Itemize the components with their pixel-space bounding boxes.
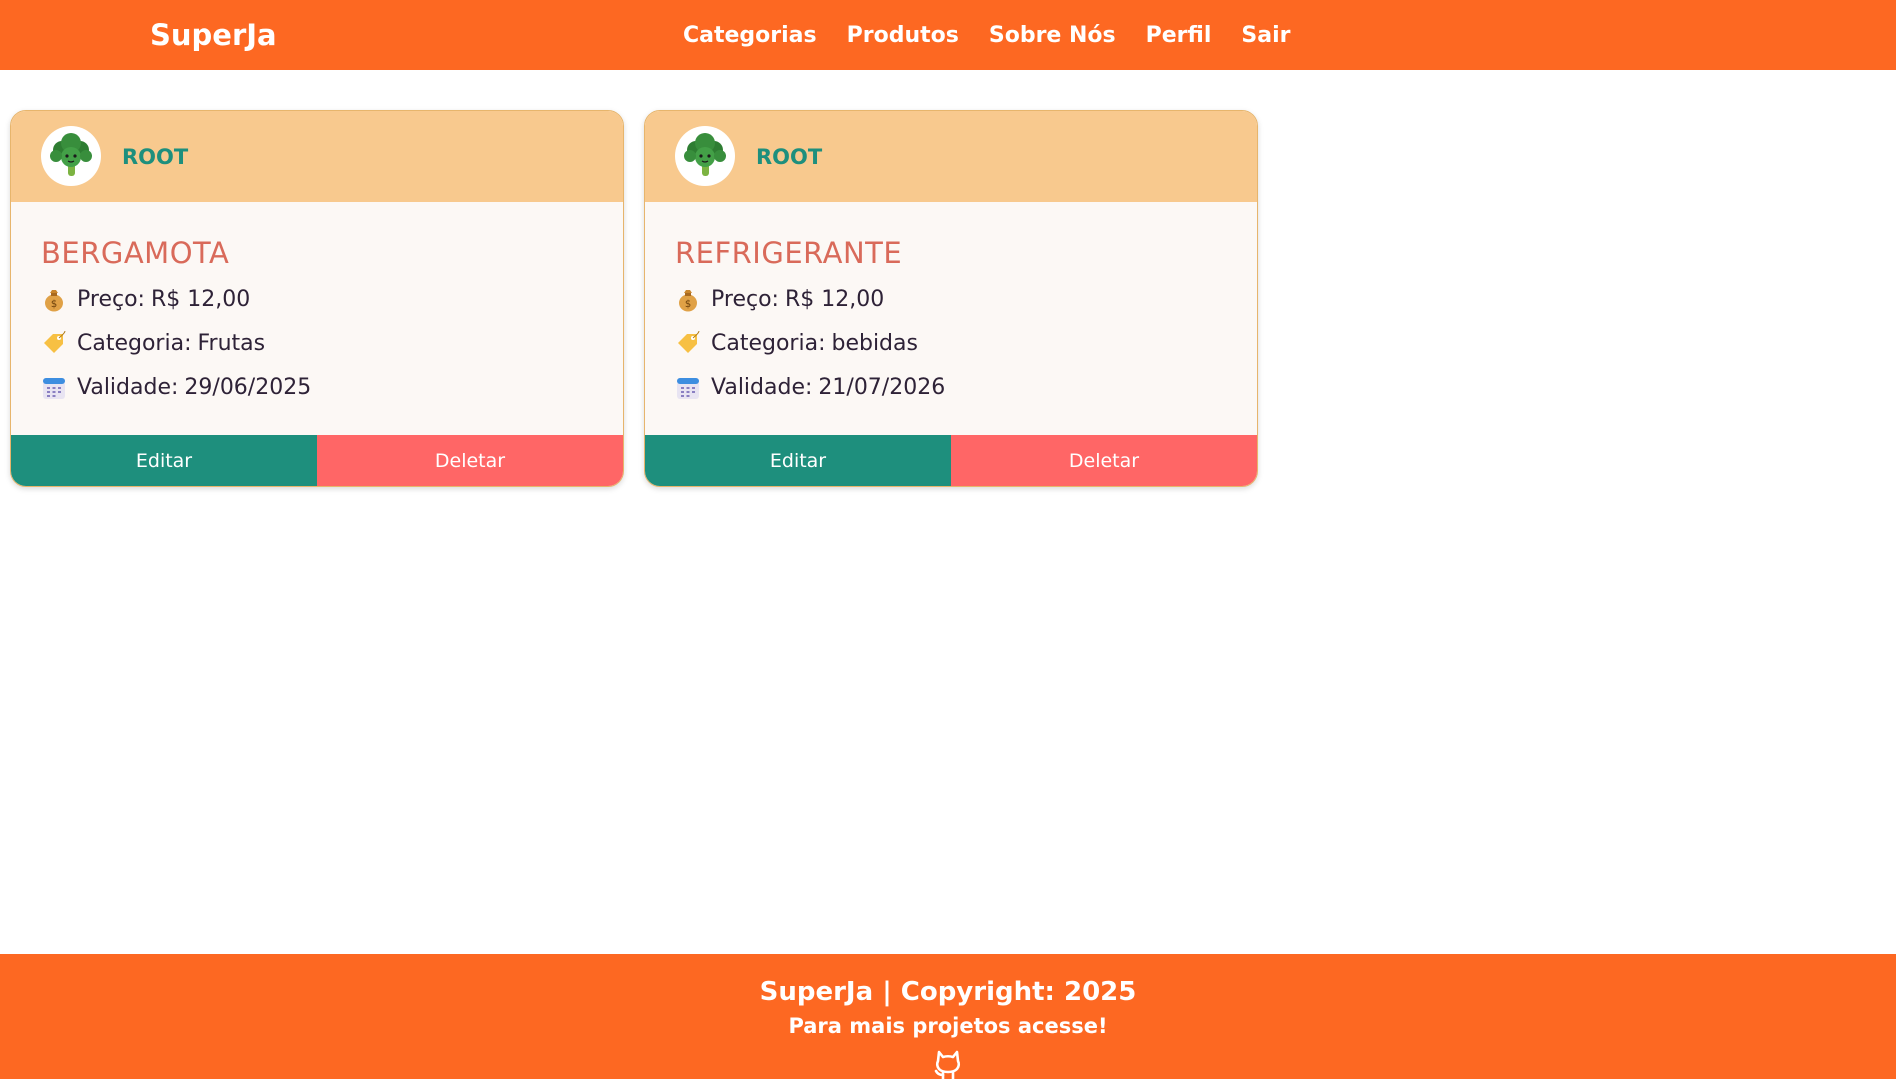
price-label: Preço:: [77, 287, 145, 312]
category-label: Categoria:: [711, 331, 826, 356]
product-name: REFRIGERANTE: [675, 236, 903, 270]
card-header: ROOT: [645, 111, 1257, 202]
footer: SuperJa | Copyright: 2025 Para mais proj…: [0, 954, 1896, 1082]
nav-link-categorias[interactable]: Categorias: [683, 22, 817, 50]
calendar-icon: [41, 375, 67, 401]
money-bag-icon: $: [675, 287, 701, 313]
card-header: ROOT: [11, 111, 623, 202]
github-icon[interactable]: [930, 1046, 966, 1082]
product-card: ROOT REFRIGERANTE $ Preço: R$ 12,00 Cate…: [644, 110, 1258, 487]
label-tag-icon: [675, 331, 701, 357]
card-actions: Editar Deletar: [645, 435, 1257, 486]
broccoli-icon: [675, 126, 735, 186]
category-value: bebidas: [831, 331, 918, 356]
product-card: ROOT BERGAMOTA $ Preço: R$ 12,00 Categor…: [10, 110, 624, 487]
delete-button[interactable]: Deletar: [951, 435, 1257, 486]
product-name: BERGAMOTA: [41, 236, 230, 270]
label-tag-icon: [41, 331, 67, 357]
svg-text:$: $: [685, 299, 691, 310]
card-body: BERGAMOTA $ Preço: R$ 12,00 Categoria: F…: [11, 202, 623, 436]
price-value: R$ 12,00: [784, 287, 885, 312]
category-value: Frutas: [197, 331, 266, 356]
owner-name: ROOT: [122, 145, 189, 169]
nav-links: Categorias Produtos Sobre Nós Perfil Sai…: [683, 22, 1320, 50]
broccoli-icon: [41, 126, 101, 186]
validity-row: Validade: 29/06/2025: [41, 374, 311, 402]
delete-button[interactable]: Deletar: [317, 435, 623, 486]
edit-button[interactable]: Editar: [645, 435, 951, 486]
edit-button[interactable]: Editar: [11, 435, 317, 486]
nav-link-sobre-nos[interactable]: Sobre Nós: [989, 22, 1116, 50]
nav-link-produtos[interactable]: Produtos: [847, 22, 959, 50]
price-row: $ Preço: R$ 12,00: [675, 286, 884, 314]
card-actions: Editar Deletar: [11, 435, 623, 486]
brand-logo[interactable]: SuperJa: [150, 18, 277, 52]
price-value: R$ 12,00: [150, 287, 251, 312]
validity-row: Validade: 21/07/2026: [675, 374, 945, 402]
nav-link-sair[interactable]: Sair: [1241, 22, 1290, 50]
footer-subtitle: Para mais projetos acesse!: [788, 1014, 1108, 1038]
validity-value: 21/07/2026: [818, 375, 946, 400]
category-label: Categoria:: [77, 331, 192, 356]
navbar: SuperJa Categorias Produtos Sobre Nós Pe…: [0, 0, 1896, 70]
calendar-icon: [675, 375, 701, 401]
price-row: $ Preço: R$ 12,00: [41, 286, 250, 314]
validity-label: Validade:: [711, 375, 813, 400]
money-bag-icon: $: [41, 287, 67, 313]
nav-link-perfil[interactable]: Perfil: [1146, 22, 1212, 50]
category-row: Categoria: Frutas: [41, 330, 265, 358]
owner-name: ROOT: [756, 145, 823, 169]
validity-value: 29/06/2025: [184, 375, 312, 400]
svg-text:$: $: [51, 299, 57, 310]
card-body: REFRIGERANTE $ Preço: R$ 12,00 Categoria…: [645, 202, 1257, 436]
footer-copyright: SuperJa | Copyright: 2025: [759, 977, 1137, 1007]
price-label: Preço:: [711, 287, 779, 312]
category-row: Categoria: bebidas: [675, 330, 918, 358]
validity-label: Validade:: [77, 375, 179, 400]
